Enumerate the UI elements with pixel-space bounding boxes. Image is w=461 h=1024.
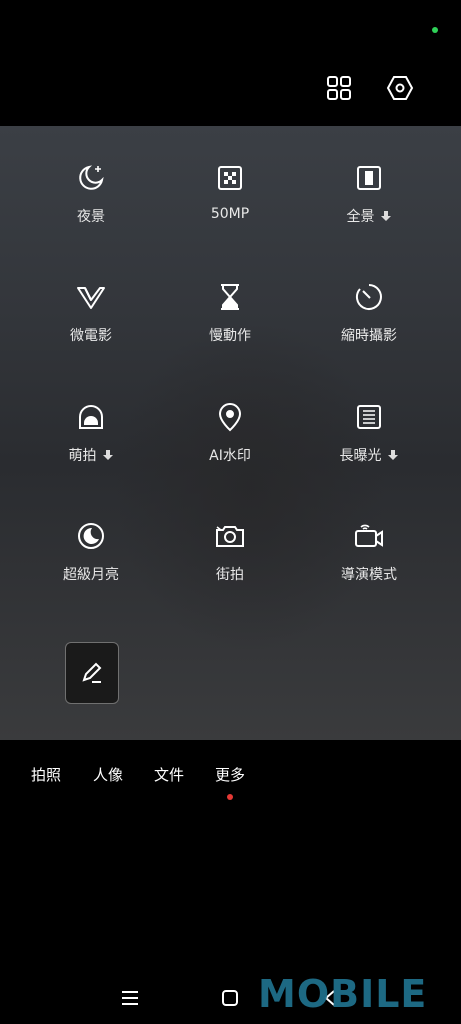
director-camera-icon: [353, 520, 385, 552]
tab-portrait[interactable]: 人像: [93, 764, 123, 785]
mode-night[interactable]: 夜景: [21, 162, 161, 226]
tab-photo[interactable]: 拍照: [31, 764, 61, 785]
home-nav-icon[interactable]: [218, 986, 242, 1010]
mode-super-moon[interactable]: 超級月亮: [21, 520, 161, 584]
download-arrow-icon: [387, 450, 398, 460]
mode-cute[interactable]: 萌拍: [21, 401, 161, 465]
mode-street[interactable]: 街拍: [160, 520, 300, 584]
dice-grid-icon: [214, 162, 246, 194]
mode-label: 慢動作: [209, 328, 251, 344]
mode-label: 長曝光: [339, 448, 382, 464]
moon-crescent-icon: [75, 520, 107, 552]
long-exposure-icon: [353, 401, 385, 433]
mode-director[interactable]: 導演模式: [299, 520, 439, 584]
timer-dial-icon: [353, 281, 385, 313]
menu-nav-icon[interactable]: [118, 986, 142, 1010]
active-tab-indicator: [227, 794, 233, 800]
street-camera-icon: [214, 520, 246, 552]
tab-more[interactable]: 更多: [215, 764, 245, 785]
settings-hexagon-icon[interactable]: [384, 72, 416, 104]
cute-face-icon: [75, 401, 107, 433]
mode-label: AI水印: [209, 448, 251, 464]
vlog-v-icon: [75, 281, 107, 313]
pencil-icon: [82, 662, 102, 683]
mode-label: 全景: [346, 209, 375, 225]
mode-long-exposure[interactable]: 長曝光: [299, 401, 439, 465]
mode-vlog[interactable]: 微電影: [21, 281, 161, 345]
mode-label: 超級月亮: [63, 567, 119, 583]
watermark-logo: MOBILE: [258, 972, 428, 1016]
mode-label: 街拍: [216, 567, 244, 583]
mode-label: 縮時攝影: [341, 328, 397, 344]
location-pin-icon: [214, 401, 246, 433]
mode-label: 微電影: [70, 328, 112, 344]
tab-document[interactable]: 文件: [154, 764, 184, 785]
moon-star-icon: [75, 162, 107, 194]
mode-label: 導演模式: [341, 567, 397, 583]
mode-panorama[interactable]: 全景: [299, 162, 439, 226]
mode-label: 50MP: [210, 206, 250, 222]
hourglass-icon: [214, 281, 246, 313]
grid-layout-icon[interactable]: [323, 72, 355, 104]
mode-50mp[interactable]: 50MP: [160, 162, 300, 222]
mode-label: 夜景: [77, 209, 105, 225]
mode-label: 萌拍: [68, 448, 97, 464]
download-arrow-icon: [102, 450, 113, 460]
status-indicator-dot: [432, 27, 438, 33]
panorama-icon: [353, 162, 385, 194]
mode-timelapse[interactable]: 縮時攝影: [299, 281, 439, 345]
edit-modes-button[interactable]: [65, 642, 119, 704]
mode-ai-watermark[interactable]: AI水印: [160, 401, 300, 465]
mode-slow-motion[interactable]: 慢動作: [160, 281, 300, 345]
download-arrow-icon: [380, 211, 391, 221]
